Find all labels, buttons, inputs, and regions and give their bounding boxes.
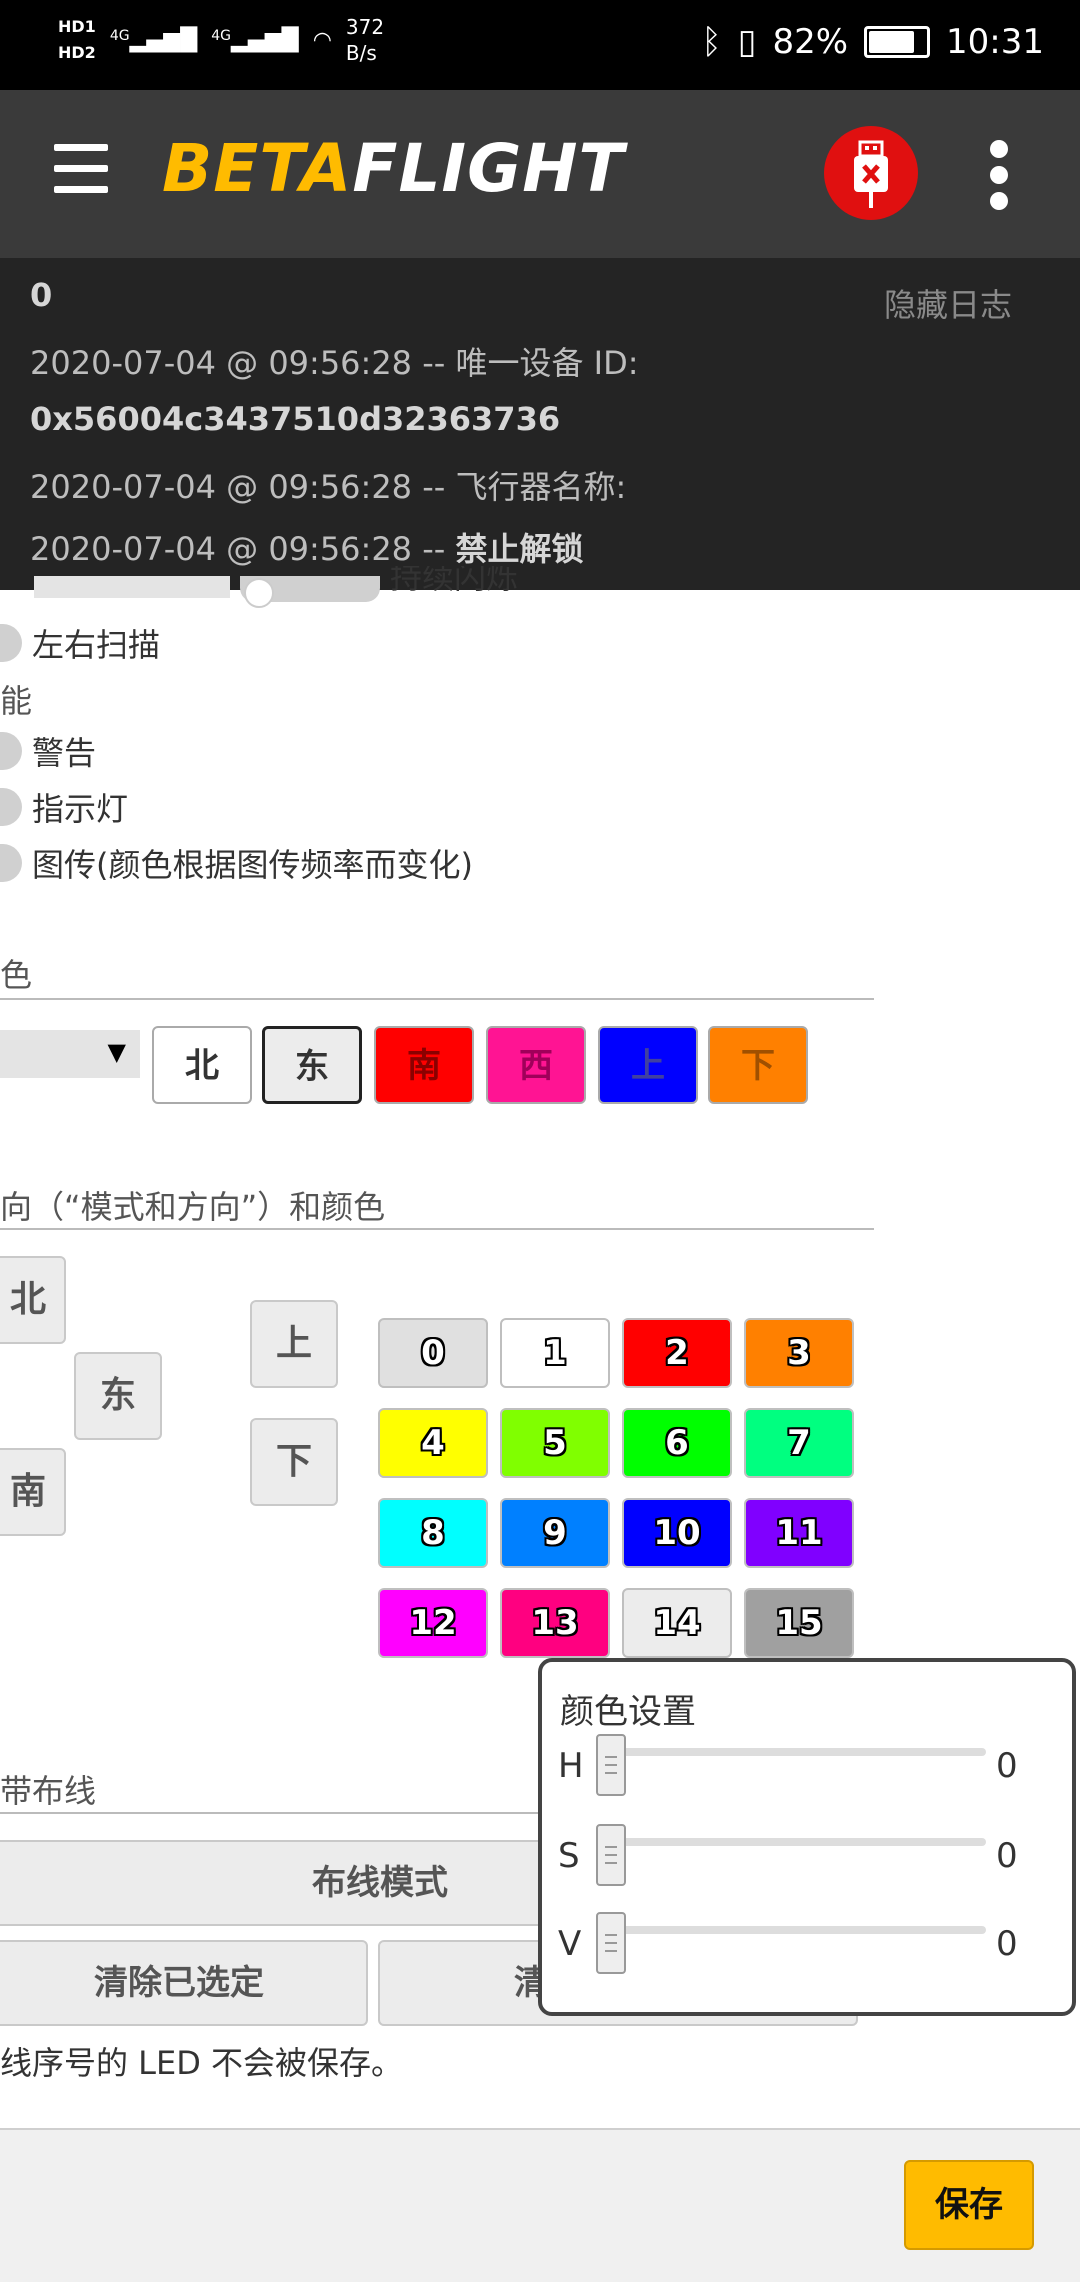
hd-indicators: HD1 HD2 xyxy=(58,14,96,66)
palette-color-button[interactable]: 6 xyxy=(622,1408,732,1478)
radio-icon[interactable] xyxy=(0,624,22,662)
mode-section-title: 向（“模式和方向”）和颜色 xyxy=(0,1188,386,1226)
dropdown-arrow-icon: ▼ xyxy=(107,1038,126,1066)
palette-color-button[interactable]: 11 xyxy=(744,1498,854,1568)
direction-color-button[interactable]: 上 xyxy=(598,1026,698,1104)
hue-slider-row: H 0 xyxy=(542,1734,1072,1796)
direction-color-button[interactable]: 北 xyxy=(152,1026,252,1104)
popup-title: 颜色设置 xyxy=(560,1692,696,1732)
value-slider-row: V 0 xyxy=(542,1912,1072,1974)
wiring-section-title: 带布线 xyxy=(0,1772,97,1810)
color-settings-popup: 颜色设置 H 0 S 0 V 0 xyxy=(538,1658,1076,2016)
option-vtx[interactable]: 图传(颜色根据图传频率而变化) xyxy=(0,840,473,886)
log-line: 0 xyxy=(30,276,53,314)
clear-selected-button[interactable]: 清除已选定 xyxy=(0,1940,368,2026)
palette-color-button[interactable]: 8 xyxy=(378,1498,488,1568)
hide-log-link[interactable]: 隐藏日志 xyxy=(884,280,1012,326)
palette-color-button[interactable]: 3 xyxy=(744,1318,854,1388)
palette-color-button[interactable]: 13 xyxy=(500,1588,610,1658)
hue-slider-track[interactable] xyxy=(596,1748,986,1756)
bluetooth-icon: ᛒ xyxy=(701,22,722,62)
hamburger-menu-icon[interactable] xyxy=(54,144,108,194)
save-button[interactable]: 保存 xyxy=(904,2160,1034,2250)
signal-icon-2: 4G▂▄▆█ xyxy=(211,27,299,53)
log-line: 2020-07-04 @ 09:56:28 -- 禁止解锁 xyxy=(30,530,584,568)
option-label: 图传(颜色根据图传频率而变化) xyxy=(32,846,473,884)
radio-icon[interactable] xyxy=(0,844,22,882)
more-options-icon[interactable] xyxy=(990,140,1010,218)
usb-connect-button[interactable] xyxy=(824,126,918,220)
direction-color-button[interactable]: 西 xyxy=(486,1026,586,1104)
option-label: 指示灯 xyxy=(32,790,129,828)
palette-color-button[interactable]: 10 xyxy=(622,1498,732,1568)
divider xyxy=(0,998,874,1000)
hd2-badge: HD2 xyxy=(58,43,96,62)
mode-east-button[interactable]: 东 xyxy=(74,1352,162,1440)
palette-color-button[interactable]: 9 xyxy=(500,1498,610,1568)
option-larson[interactable]: 左右扫描 xyxy=(0,620,160,666)
option-label: 左右扫描 xyxy=(32,626,161,664)
battery-percent: 82% xyxy=(772,22,849,62)
palette-color-button[interactable]: 14 xyxy=(622,1588,732,1658)
saturation-value: 0 xyxy=(996,1836,1018,1876)
palette-color-button[interactable]: 7 xyxy=(744,1408,854,1478)
network-speed: 372 B/s xyxy=(345,15,385,65)
palette-color-button[interactable]: 5 xyxy=(500,1408,610,1478)
color-function-select[interactable]: ▼ xyxy=(0,1030,140,1078)
saturation-slider-row: S 0 xyxy=(542,1824,1072,1886)
mode-up-button[interactable]: 上 xyxy=(250,1300,338,1388)
palette-color-button[interactable]: 0 xyxy=(378,1318,488,1388)
hue-slider-thumb[interactable] xyxy=(596,1734,626,1796)
slider-label: V xyxy=(558,1924,582,1964)
usb-disconnected-icon xyxy=(854,140,888,208)
mode-south-button[interactable]: 南 xyxy=(0,1448,66,1536)
radio-icon[interactable] xyxy=(0,732,22,770)
vibrate-icon: ▯ xyxy=(737,22,757,62)
value-value: 0 xyxy=(996,1924,1018,1964)
option-indicator[interactable]: 指示灯 xyxy=(0,784,128,830)
toggle-knob-icon xyxy=(244,578,274,608)
direction-color-button[interactable]: 下 xyxy=(708,1026,808,1104)
wifi-icon: ◠ xyxy=(312,27,332,53)
option-warnings[interactable]: 警告 xyxy=(0,728,96,774)
footer-bar: 保存 xyxy=(0,2128,1080,2282)
value-slider-thumb[interactable] xyxy=(596,1912,626,1974)
color-section-title: 色 xyxy=(0,956,33,994)
palette-color-button[interactable]: 1 xyxy=(500,1318,610,1388)
palette-color-button[interactable]: 12 xyxy=(378,1588,488,1658)
mode-down-button[interactable]: 下 xyxy=(250,1418,338,1506)
log-panel: 0 隐藏日志 2020-07-04 @ 09:56:28 -- 唯一设备 ID:… xyxy=(0,258,1080,590)
saturation-slider-track[interactable] xyxy=(596,1838,986,1846)
divider xyxy=(0,1228,874,1230)
log-line: 2020-07-04 @ 09:56:28 -- 唯一设备 ID: xyxy=(30,344,639,382)
direction-color-button[interactable]: 东 xyxy=(262,1026,362,1104)
partial-select[interactable] xyxy=(34,576,230,598)
palette-color-button[interactable]: 15 xyxy=(744,1588,854,1658)
radio-icon[interactable] xyxy=(0,788,22,826)
palette-color-button[interactable]: 4 xyxy=(378,1408,488,1478)
slider-label: S xyxy=(558,1836,580,1876)
signal-icon-1: 4G▂▄▆█ xyxy=(109,27,198,53)
log-line: 2020-07-04 @ 09:56:28 -- 飞行器名称: xyxy=(30,468,627,506)
hd1-badge: HD1 xyxy=(58,17,96,36)
clock: 10:31 xyxy=(946,22,1044,62)
functions-section-title: 能 xyxy=(0,682,33,720)
saturation-slider-thumb[interactable] xyxy=(596,1824,626,1886)
battery-icon xyxy=(864,26,931,58)
status-bar: HD1 HD2 4G▂▄▆█ 4G▂▄▆█ ◠ 372 B/s ᛒ ▯ 82% … xyxy=(0,0,1080,90)
blink-label: 持续闪烁 xyxy=(390,566,519,594)
option-label: 警告 xyxy=(32,734,97,772)
direction-color-button[interactable]: 南 xyxy=(374,1026,474,1104)
app-header: BETAFLIGHT xyxy=(0,90,1080,258)
slider-label: H xyxy=(558,1746,584,1786)
hue-value: 0 xyxy=(996,1746,1018,1786)
mode-north-button[interactable]: 北 xyxy=(0,1256,66,1344)
value-slider-track[interactable] xyxy=(596,1926,986,1934)
betaflight-logo: BETAFLIGHT xyxy=(162,130,625,207)
palette-color-button[interactable]: 2 xyxy=(622,1318,732,1388)
log-line: 0x56004c3437510d32363736 xyxy=(30,400,561,438)
wiring-note: 线序号的 LED 不会被保存。 xyxy=(0,2044,404,2082)
